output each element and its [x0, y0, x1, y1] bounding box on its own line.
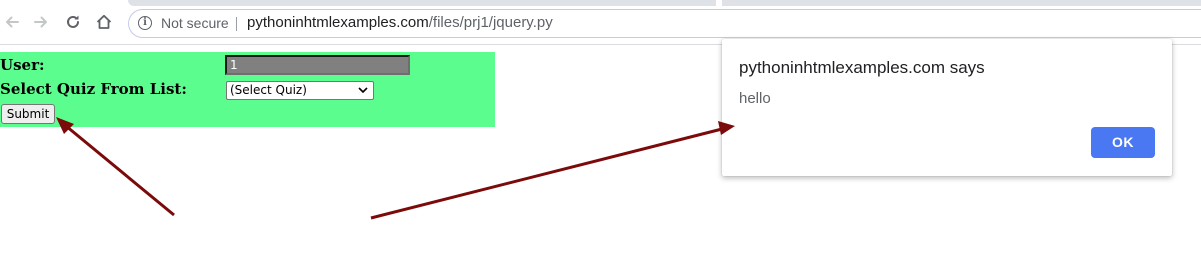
forward-arrow-icon — [34, 16, 47, 28]
quiz-label: Select Quiz From List: — [0, 80, 187, 98]
quiz-select-value: (Select Quiz) — [230, 83, 307, 97]
reload-icon — [67, 15, 79, 28]
ok-button[interactable]: OK — [1091, 127, 1155, 158]
reload-button[interactable] — [63, 12, 83, 32]
url-path: /files/prj1/jquery.py — [428, 14, 553, 31]
home-button[interactable] — [94, 12, 114, 32]
url-host: pythoninhtmlexamples.com — [247, 14, 429, 31]
quiz-form: User: 1 Select Quiz From List: (Select Q… — [0, 52, 495, 127]
dialog-message: hello — [739, 90, 771, 107]
user-label: User: — [0, 56, 45, 74]
submit-button[interactable]: Submit — [1, 104, 55, 124]
tab-strip — [0, 0, 1201, 6]
arrow-to-submit — [56, 117, 175, 217]
address-bar[interactable]: i Not secure pythoninhtmlexamples.com/fi… — [128, 9, 1201, 38]
home-icon — [96, 14, 112, 29]
back-arrow-icon — [6, 16, 19, 28]
arrow-to-dialog — [370, 121, 735, 220]
user-input[interactable]: 1 — [225, 55, 410, 75]
back-button[interactable] — [2, 12, 22, 32]
tab-strip-segment — [128, 0, 716, 6]
quiz-select[interactable]: (Select Quiz) — [226, 81, 374, 100]
dialog-title: pythoninhtmlexamples.com says — [739, 58, 985, 77]
omnibox-divider — [236, 17, 237, 31]
url-text[interactable]: pythoninhtmlexamples.com/files/prj1/jque… — [247, 14, 553, 31]
alert-dialog: pythoninhtmlexamples.com says hello OK — [722, 39, 1172, 176]
info-icon[interactable]: i — [138, 16, 152, 30]
chevron-down-icon — [358, 87, 368, 94]
tab-strip-segment — [722, 0, 1201, 6]
security-label[interactable]: Not secure — [161, 15, 229, 31]
forward-button[interactable] — [31, 12, 51, 32]
